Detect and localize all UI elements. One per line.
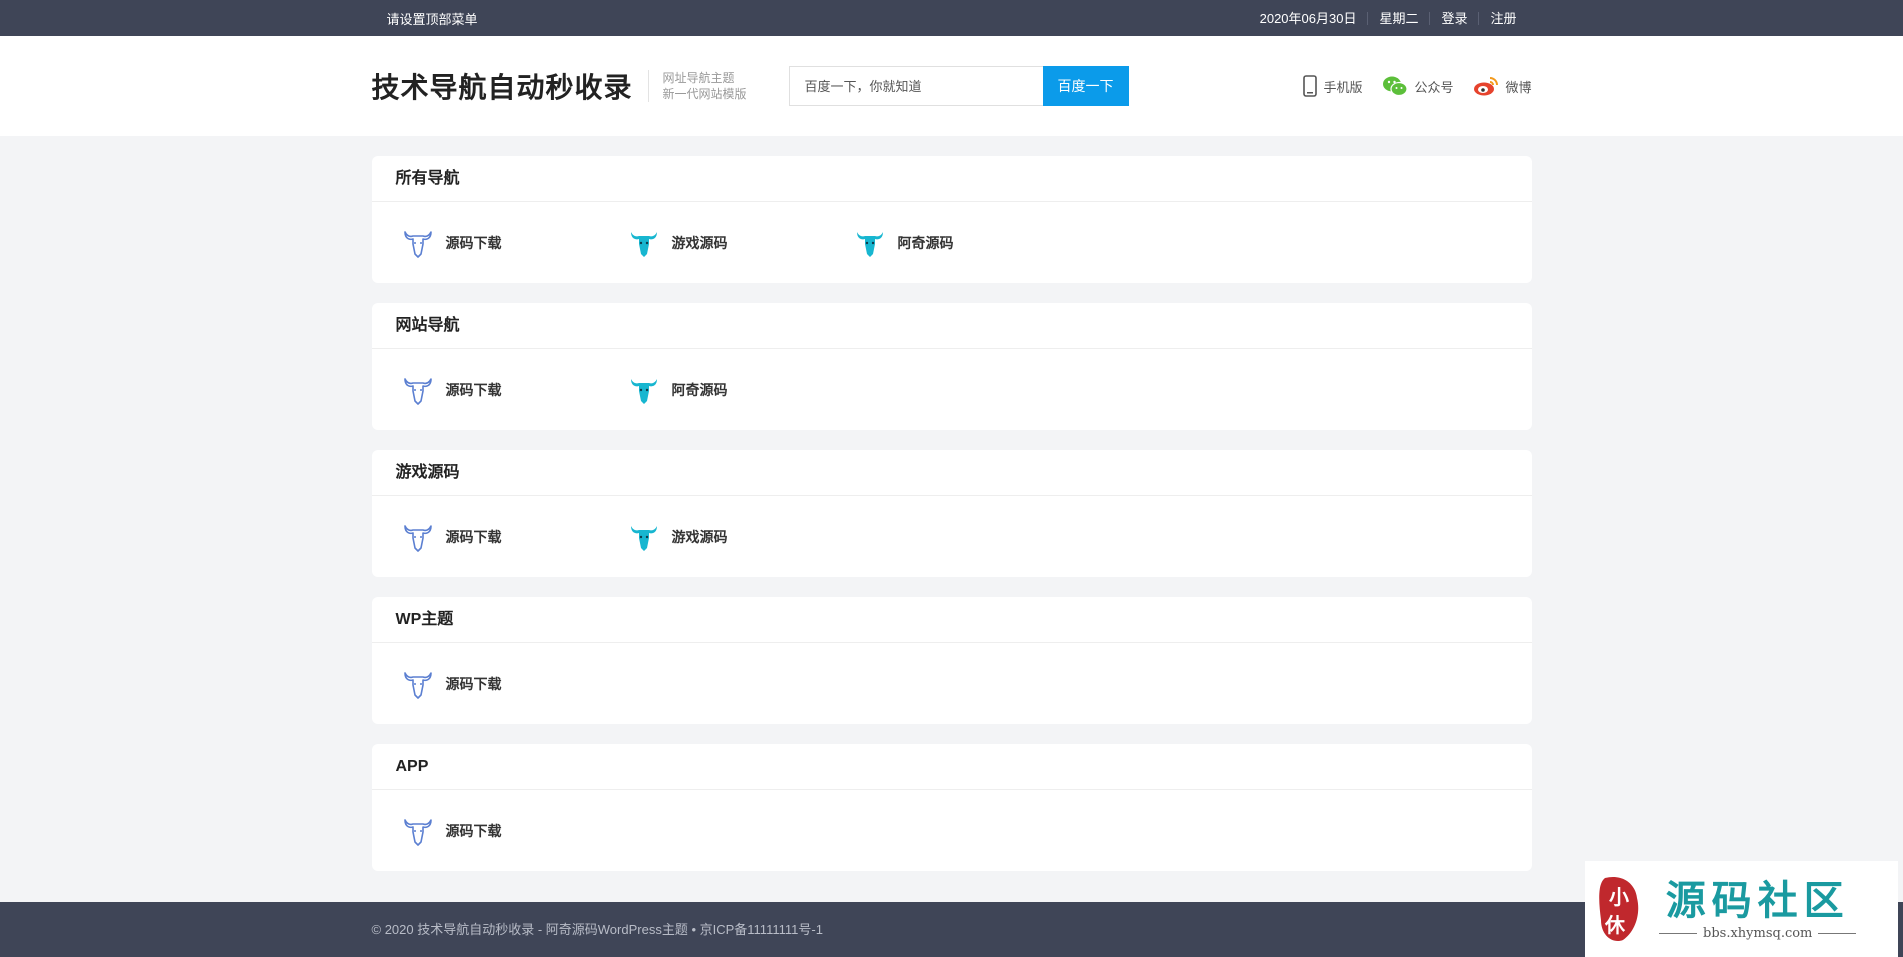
watermark-title: 源码社区 [1665, 876, 1850, 924]
site-link[interactable]: 游戏源码 [628, 227, 854, 259]
category-items: 源码下载 [372, 790, 1532, 871]
current-weekday: 星期二 [1367, 11, 1429, 25]
weibo-icon [1474, 77, 1499, 96]
category-list: 所有导航 源码下载 游戏源码 阿奇源码 网站导航 源码下载 阿奇源码 游戏源码 … [371, 156, 1532, 871]
footer-copyright: © 2020 技术导航自动秒收录 - 阿奇源码WordPress主题 • 京IC… [371, 922, 823, 937]
login-link[interactable]: 登录 [1429, 11, 1478, 25]
category-items: 源码下载 游戏源码 阿奇源码 [372, 202, 1532, 283]
site-link[interactable]: 阿奇源码 [854, 227, 1080, 259]
bull-outline-icon [403, 524, 432, 552]
seal-char-2: 休 [1604, 913, 1626, 937]
current-date: 2020年06月30日 [1259, 10, 1357, 26]
seal-char-1: 小 [1609, 885, 1629, 909]
weibo-link[interactable]: 微博 [1473, 75, 1532, 97]
category-card: APP 源码下载 [371, 744, 1532, 871]
mobile-version-link[interactable]: 手机版 [1303, 75, 1362, 97]
mobile-version-label: 手机版 [1323, 79, 1363, 95]
site-link[interactable]: 源码下载 [402, 668, 628, 700]
site-label: 游戏源码 [671, 234, 728, 251]
watermark-banner: 小 休 源码社区 bbs.xhymsq.com [1585, 861, 1898, 957]
site-header: 技术导航自动秒收录 网址导航主题 新一代网站模版 百度一下 手机版 [0, 36, 1903, 136]
site-link[interactable]: 源码下载 [402, 227, 628, 259]
top-menu-placeholder[interactable]: 请设置顶部菜单 [387, 9, 478, 28]
site-link[interactable]: 源码下载 [402, 815, 628, 847]
search-form: 百度一下 [788, 66, 1129, 106]
top-bar: 请设置顶部菜单 2020年06月30日 星期二 登录 注册 [0, 0, 1903, 36]
category-card: 游戏源码 源码下载 游戏源码 [371, 450, 1532, 577]
category-items: 源码下载 游戏源码 [372, 496, 1532, 577]
category-items: 源码下载 [372, 643, 1532, 724]
bull-filled-icon [630, 231, 657, 257]
slogan-line-2: 新一代网站模版 [662, 87, 747, 101]
category-card: 网站导航 源码下载 阿奇源码 [371, 303, 1532, 430]
site-link[interactable]: 源码下载 [402, 521, 628, 553]
slogan-line-1: 网址导航主题 [662, 71, 735, 85]
category-title: WP主题 [371, 597, 1532, 643]
site-label: 源码下载 [445, 234, 502, 251]
search-button[interactable]: 百度一下 [1042, 66, 1129, 106]
bull-outline-icon [403, 818, 432, 846]
site-label: 阿奇源码 [897, 234, 954, 251]
bull-outline-icon [403, 230, 432, 258]
mobile-phone-icon [1303, 75, 1318, 97]
site-logo[interactable]: 技术导航自动秒收录 [372, 66, 633, 106]
category-title: 网站导航 [371, 303, 1532, 349]
watermark-url: bbs.xhymsq.com [1653, 926, 1862, 941]
site-label: 游戏源码 [671, 528, 728, 545]
bull-filled-icon [630, 525, 657, 551]
header-links: 手机版 公众号 微博 [1283, 75, 1532, 97]
search-input[interactable] [788, 66, 1043, 106]
site-link[interactable]: 源码下载 [402, 374, 628, 406]
site-label: 阿奇源码 [671, 381, 728, 398]
bull-filled-icon [630, 378, 657, 404]
seal-icon: 小 休 [1599, 876, 1639, 942]
bull-outline-icon [403, 671, 432, 699]
bull-filled-icon [856, 231, 883, 257]
register-link[interactable]: 注册 [1478, 11, 1517, 25]
wechat-label: 公众号 [1414, 79, 1454, 95]
site-label: 源码下载 [445, 822, 502, 839]
weibo-label: 微博 [1505, 79, 1532, 95]
top-bar-right: 2020年06月30日 星期二 登录 注册 [1249, 10, 1517, 26]
site-link[interactable]: 阿奇源码 [628, 374, 854, 406]
category-title: APP [371, 744, 1532, 790]
wechat-icon [1383, 76, 1409, 97]
category-card: 所有导航 源码下载 游戏源码 阿奇源码 [371, 156, 1532, 283]
site-label: 源码下载 [445, 675, 502, 692]
category-title: 所有导航 [371, 156, 1532, 202]
wechat-link[interactable]: 公众号 [1382, 75, 1453, 97]
category-card: WP主题 源码下载 [371, 597, 1532, 724]
category-items: 源码下载 阿奇源码 [372, 349, 1532, 430]
site-slogan: 网址导航主题 新一代网站模版 [647, 70, 747, 102]
site-link[interactable]: 游戏源码 [628, 521, 854, 553]
seal-logo: 小 休 [1595, 874, 1643, 944]
site-label: 源码下载 [445, 528, 502, 545]
watermark-text: 源码社区 bbs.xhymsq.com [1653, 876, 1862, 941]
site-label: 源码下载 [445, 381, 502, 398]
bull-outline-icon [403, 377, 432, 405]
category-title: 游戏源码 [371, 450, 1532, 496]
